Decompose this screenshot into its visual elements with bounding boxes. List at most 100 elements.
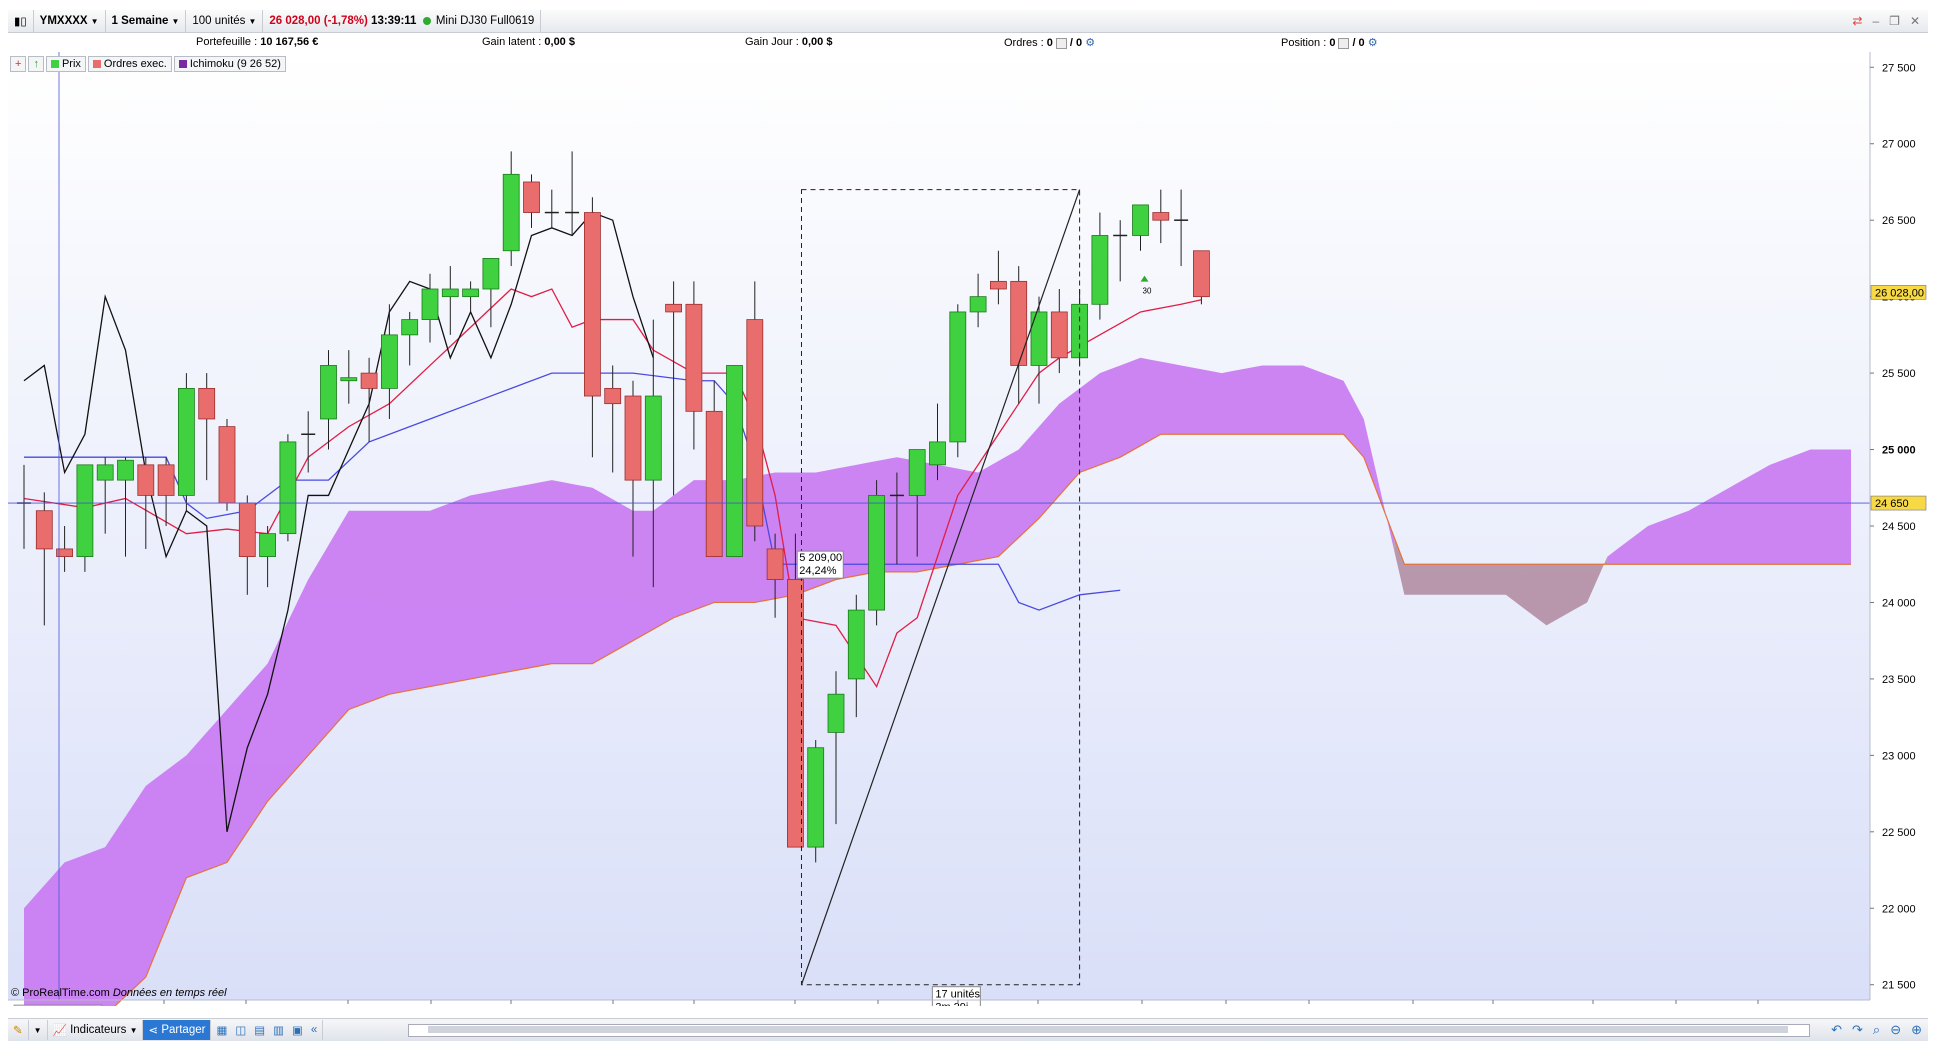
- candle-body: [76, 464, 94, 557]
- candle-body: [827, 693, 845, 733]
- candle-body: [1193, 250, 1210, 298]
- chevron-down-icon: ▼: [248, 16, 257, 26]
- undo-icon[interactable]: ↶: [1831, 1022, 1842, 1038]
- share-button[interactable]: ⋖ Partager: [143, 1020, 212, 1040]
- zoom-fit-icon[interactable]: ⌕: [1873, 1022, 1880, 1038]
- candle-body: [604, 387, 622, 405]
- chevron-down-icon: ▼: [129, 1025, 138, 1035]
- candle-body: [360, 372, 378, 389]
- candle-body: [726, 365, 743, 557]
- candle-body: [401, 319, 419, 336]
- chart-area[interactable]: 5 209,0024,24% 17 unités3m 29j 30 21 500 22…: [8, 46, 1928, 1054]
- period-selector[interactable]: 1 Semaine ▼: [106, 10, 187, 32]
- candle-body: [1091, 235, 1109, 305]
- candle-body: [705, 410, 723, 557]
- y-tick-label: 27 500: [1882, 62, 1916, 74]
- candle-body: [847, 609, 865, 680]
- candle-body: [1152, 212, 1170, 221]
- symbol-selector[interactable]: YMXXXX ▼: [34, 10, 106, 32]
- window-icon[interactable]: ▣: [292, 1023, 303, 1037]
- candle-body: [746, 319, 764, 527]
- zoom-in-icon[interactable]: ⊕: [1911, 1022, 1922, 1038]
- candle-body: [990, 280, 1007, 290]
- tool-icons[interactable]: ▦ ◫ ▤ ▥ ▣ «: [211, 1020, 324, 1040]
- instrument-name: Mini DJ30 Full0619: [435, 15, 535, 27]
- candle-body: [320, 365, 337, 420]
- legend-orders[interactable]: Ordres exec.: [87, 56, 172, 72]
- candle-body: [137, 464, 155, 496]
- calc-icon[interactable]: ▤: [254, 1023, 265, 1037]
- restore-icon[interactable]: ❐: [1889, 14, 1900, 28]
- candle-body: [340, 377, 358, 382]
- y-tick-label: 24 500: [1882, 521, 1916, 533]
- chevron-down-icon: ▼: [33, 1025, 42, 1035]
- candle-body: [929, 441, 946, 466]
- candle-body: [380, 334, 398, 389]
- redo-icon[interactable]: ↷: [1852, 1022, 1863, 1038]
- legend-price[interactable]: Prix: [45, 56, 86, 72]
- alert-icon[interactable]: ◫: [235, 1023, 246, 1037]
- orders-marker-count: 30: [1143, 287, 1152, 296]
- date-tag-bg: [13, 1004, 103, 1020]
- y-tick-label: 22 000: [1882, 903, 1916, 915]
- candle-body: [523, 181, 540, 213]
- sync-icon[interactable]: ⇄: [1852, 14, 1862, 28]
- trading-window: ▮▯ YMXXXX ▼ 1 Semaine ▼ 100 unités ▼ 26 028…: [0, 0, 1936, 1054]
- candle-body: [218, 426, 236, 504]
- y-tick-label: 25 500: [1882, 368, 1916, 380]
- status-dot-icon: [422, 17, 431, 25]
- candle-body: [665, 303, 682, 313]
- candle-body: [1132, 204, 1149, 236]
- candle-body: [807, 747, 825, 848]
- collapse-icon[interactable]: «: [311, 1024, 317, 1036]
- draw-dropdown[interactable]: ▼: [29, 1020, 48, 1040]
- crosshair-price-tag: 24 650: [1875, 498, 1909, 510]
- close-icon[interactable]: ✕: [1910, 14, 1920, 28]
- candle-body: [949, 311, 967, 443]
- candle-body: [117, 459, 134, 481]
- legend-ichimoku[interactable]: Ichimoku (9 26 52): [173, 56, 286, 72]
- chevron-down-icon: ▼: [90, 16, 99, 26]
- candle-icon[interactable]: ▮▯: [14, 14, 27, 28]
- window-controls: ⇄ – ❐ ✕: [1852, 10, 1920, 32]
- candle-body: [766, 548, 784, 580]
- price-chart[interactable]: 5 209,0024,24% 17 unités3m 29j 30 21 500 22…: [8, 46, 1928, 1054]
- candle-body: [644, 395, 662, 481]
- candle-body: [584, 212, 601, 397]
- top-toolbar: ▮▯ YMXXXX ▼ 1 Semaine ▼ 100 unités ▼ 26 028…: [8, 10, 1928, 33]
- y-tick-label: 24 000: [1882, 597, 1916, 609]
- measure-value: 5 209,00: [799, 552, 842, 564]
- scrollbar-thumb[interactable]: [428, 1026, 1788, 1033]
- minimize-icon[interactable]: –: [1872, 14, 1879, 28]
- copyright-text: © ProRealTime.com Données en temps réel: [11, 987, 227, 999]
- zoom-out-icon[interactable]: ⊖: [1890, 1022, 1901, 1038]
- candle-body: [482, 258, 500, 290]
- last-price: 26 028,00: [269, 15, 321, 27]
- orders-swatch: [92, 60, 101, 68]
- candle-body: [96, 464, 114, 481]
- screener-icon[interactable]: ▦: [216, 1023, 227, 1037]
- candle-body: [1010, 280, 1028, 366]
- quote-info: 26 028,00 (-1,78%) 13:39:11 Mini DJ30 Fu…: [263, 10, 542, 32]
- y-tick-label: 27 000: [1882, 139, 1916, 151]
- chart-type-icons[interactable]: ▮▯: [8, 10, 34, 32]
- expand-icon[interactable]: ↑: [28, 56, 44, 72]
- draw-tool-icon[interactable]: ✎: [8, 1020, 29, 1040]
- backtest-icon[interactable]: ▥: [273, 1023, 284, 1037]
- indicators-icon: 📈: [52, 1025, 67, 1037]
- measure-percent: 24,24%: [799, 565, 837, 577]
- add-indicator-icon[interactable]: +: [10, 56, 27, 72]
- candle-body: [421, 288, 439, 320]
- candle-body: [969, 296, 987, 313]
- candle-body: [177, 387, 195, 496]
- quote-time: 13:39:11: [371, 15, 417, 27]
- units-selector[interactable]: 100 unités ▼: [186, 10, 264, 32]
- candle-body: [502, 173, 520, 252]
- ichimoku-swatch: [178, 60, 187, 68]
- indicators-button[interactable]: 📈 Indicateurs ▼: [48, 1020, 144, 1040]
- candle-body: [441, 288, 459, 298]
- candle-body: [279, 441, 297, 535]
- price-change: (-1,78%): [323, 15, 368, 27]
- y-tick-label: 25 000: [1882, 445, 1916, 457]
- candle-body: [35, 510, 53, 550]
